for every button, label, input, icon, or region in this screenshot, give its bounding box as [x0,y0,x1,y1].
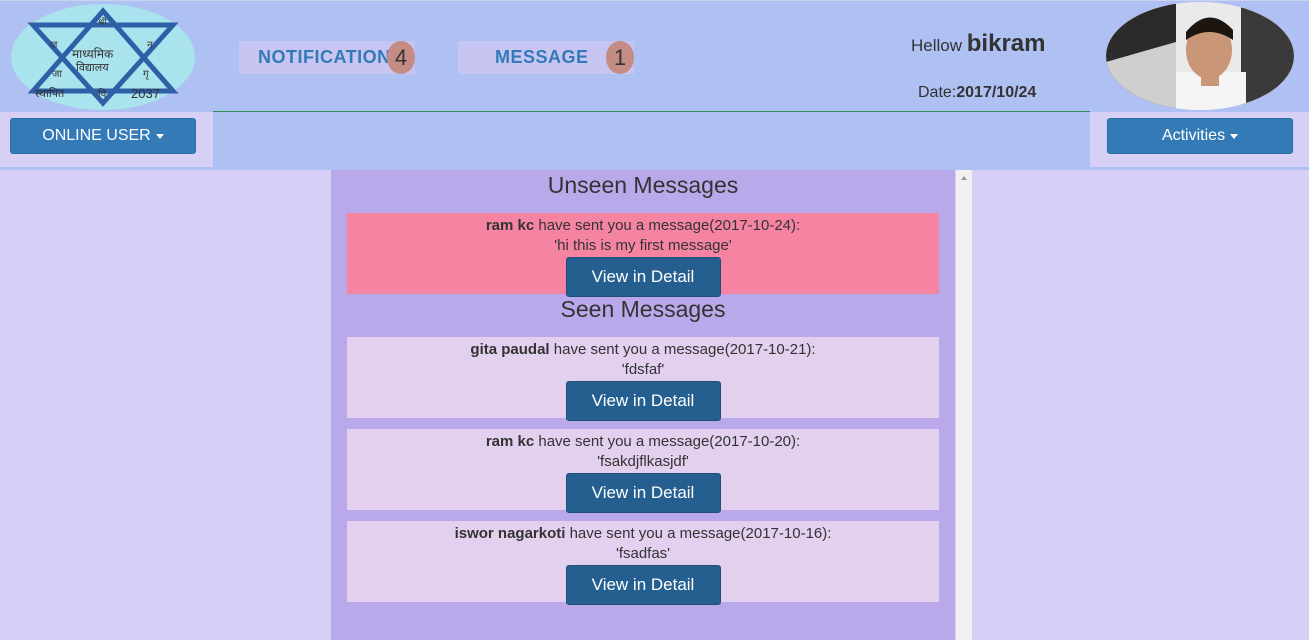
view-in-detail-button[interactable]: View in Detail [565,257,721,297]
logo-text-bottom-right: 2037 [131,86,160,101]
seen-message-card: gita paudal have sent you a message(2017… [347,337,939,421]
unseen-message-card: ram kc have sent you a message(2017-10-2… [347,213,939,297]
greeting: Hellow bikram [911,30,1045,58]
logo-text-center1: माध्यमिक [72,47,114,61]
message-label: MESSAGE [495,47,589,67]
message-header: gita paudal have sent you a message(2017… [347,340,939,360]
date-value: 2017/10/24 [956,84,1037,101]
logo-text-center2: विद्यालय [76,61,109,74]
notification-count-badge: 4 [387,41,415,74]
message-meta: have sent you a message(2017-10-20): [534,433,801,450]
school-logo: श्री ज न माध्यमिक विद्यालय जा गृ स्थापित… [11,4,195,110]
message-body: 'hi this is my first message' [554,237,732,254]
message-sender: ram kc [485,217,535,234]
seen-message-card: ram kc have sent you a message(2017-10-2… [347,429,939,513]
scroll-up-arrow-icon[interactable] [961,176,967,180]
logo-text-top: श्री [98,16,107,27]
logo-text-left-top: ज [50,40,58,51]
user-avatar[interactable] [1106,2,1294,110]
view-in-detail-button[interactable]: View in Detail [565,473,721,513]
view-in-detail-button[interactable]: View in Detail [565,565,721,605]
message-body: 'fsadfas' [615,545,671,562]
message-header: iswor nagarkoti have sent you a message(… [347,524,939,544]
date-label: Date: [918,84,957,101]
message-body: 'fsakdjflkasjdf' [597,453,689,470]
message-link[interactable]: MESSAGE 1 [458,41,634,74]
logo-text-right-top: न [147,40,153,51]
scrollbar[interactable] [956,170,972,640]
message-count-badge: 1 [606,41,634,74]
notification-link[interactable]: NOTIFICATION 4 [239,41,415,74]
message-sender: gita paudal [470,341,550,358]
greeting-prefix: Hellow [911,36,963,55]
username: bikram [966,30,1046,57]
date-display: Date:2017/10/24 [918,84,1036,102]
message-header: ram kc have sent you a message(2017-10-2… [347,216,939,236]
divider-line [213,111,1090,112]
logo-text-bottom-mid: वि [98,88,107,100]
view-in-detail-button[interactable]: View in Detail [565,381,721,421]
activities-dropdown-button[interactable]: Activities [1107,118,1293,154]
seen-message-card: iswor nagarkoti have sent you a message(… [347,521,939,605]
online-user-dropdown-button[interactable]: ONLINE USER [10,118,196,154]
message-header: ram kc have sent you a message(2017-10-2… [347,432,939,452]
unseen-messages-title: Unseen Messages [547,172,739,198]
activities-label: Activities [1161,127,1226,144]
notification-label: NOTIFICATION [258,47,391,67]
message-body: 'fdsfaf' [621,361,665,378]
seen-messages-title: Seen Messages [560,296,726,322]
message-sender: iswor nagarkoti [454,525,566,542]
online-user-label: ONLINE USER [42,127,151,144]
logo-text-left-bottom: जा [52,69,62,80]
message-meta: have sent you a message(2017-10-16): [565,525,832,542]
message-meta: have sent you a message(2017-10-24): [534,217,801,234]
caret-down-icon [155,133,164,139]
caret-down-icon [1230,133,1239,139]
logo-text-bottom-left: स्थापित [35,87,65,100]
message-meta: have sent you a message(2017-10-21): [549,341,816,358]
message-sender: ram kc [485,433,535,450]
logo-text-right-bottom: गृ [143,69,150,80]
